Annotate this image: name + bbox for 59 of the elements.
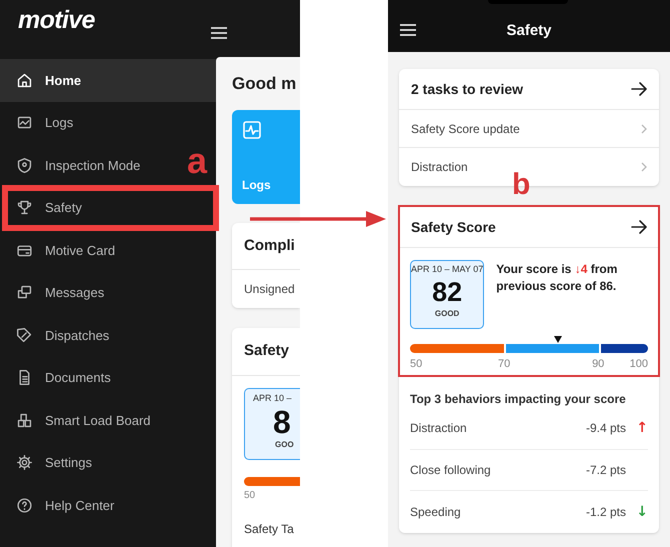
card-title: 2 tasks to review bbox=[411, 80, 524, 98]
score-value: 8 bbox=[273, 405, 291, 439]
annotation-label: b bbox=[512, 170, 530, 200]
behavior-row[interactable]: Distraction -9.4 pts ↑ bbox=[410, 408, 648, 450]
score-bar bbox=[244, 476, 300, 486]
trophy-icon bbox=[16, 199, 33, 216]
greeting-heading: Good m bbox=[232, 73, 296, 95]
sidebar-item[interactable]: Settings bbox=[16, 453, 92, 472]
scale-label: 50 bbox=[410, 357, 422, 372]
home-icon bbox=[16, 72, 33, 89]
behavior-row[interactable]: Close following -7.2 pts bbox=[410, 450, 648, 491]
list-row[interactable]: Safety Ta bbox=[244, 520, 300, 538]
list-item[interactable]: Safety Score update bbox=[411, 120, 520, 138]
screen-title: Safety bbox=[506, 21, 552, 41]
card-title: Compli bbox=[232, 222, 300, 270]
chart-icon bbox=[242, 120, 262, 140]
behavior-row[interactable]: Speeding -1.2 pts ↓ bbox=[410, 491, 648, 532]
scale-label: 70 bbox=[498, 357, 510, 372]
score-summary: Your score is ↓4 from previous score of 86. bbox=[496, 261, 618, 295]
list-row[interactable]: Unsigned bbox=[232, 270, 300, 308]
sidebar-item[interactable]: Help Center bbox=[16, 496, 114, 515]
date-range: APR 10 – MAY 07 bbox=[411, 263, 484, 276]
scale-label: 90 bbox=[592, 357, 604, 372]
sidebar-item[interactable]: Safety bbox=[16, 198, 82, 218]
arrow-icon[interactable] bbox=[631, 82, 647, 96]
annotation-label: a bbox=[187, 143, 208, 179]
boxes-icon bbox=[16, 412, 33, 429]
scale-label: 50 bbox=[244, 488, 256, 502]
gear-icon bbox=[16, 454, 33, 472]
chat-icon bbox=[16, 284, 33, 302]
sidebar-item[interactable]: Inspection Mode bbox=[16, 156, 140, 175]
chevron-icon bbox=[641, 124, 647, 134]
sidebar-item[interactable]: Home bbox=[16, 70, 82, 90]
score-rating: GOOD bbox=[434, 308, 460, 320]
chart-icon bbox=[16, 114, 33, 132]
list-item[interactable]: Distraction bbox=[411, 158, 468, 176]
logo: motive bbox=[18, 8, 95, 33]
section-heading: Top 3 behaviors impacting your score bbox=[410, 391, 627, 408]
sidebar-item[interactable]: Motive Card bbox=[16, 240, 116, 260]
sidebar-item[interactable]: Messages bbox=[16, 283, 104, 302]
date-range: APR 10 – bbox=[253, 392, 292, 404]
menu-icon[interactable] bbox=[210, 27, 227, 39]
sidebar-item[interactable]: Dispatches bbox=[16, 326, 110, 345]
score-rating: GOO bbox=[275, 439, 294, 451]
card-title: Safety bbox=[232, 328, 300, 376]
chevron-icon bbox=[641, 162, 647, 172]
score-value: 82 bbox=[432, 276, 462, 308]
arrow-icon[interactable] bbox=[631, 220, 647, 234]
shield-icon bbox=[16, 156, 33, 174]
sidebar-item[interactable]: Smart Load Board bbox=[16, 410, 151, 430]
help-icon bbox=[16, 496, 33, 514]
scale-label: 100 bbox=[630, 357, 648, 372]
sidebar-item[interactable]: Logs bbox=[16, 113, 74, 132]
trend-arrow: ↑ bbox=[636, 421, 648, 436]
tag-icon bbox=[16, 326, 33, 344]
sidebar-item[interactable]: Documents bbox=[16, 368, 111, 388]
menu-icon[interactable] bbox=[400, 24, 416, 36]
card-title: Safety Score bbox=[411, 218, 496, 237]
trend-arrow: ↓ bbox=[636, 504, 648, 519]
